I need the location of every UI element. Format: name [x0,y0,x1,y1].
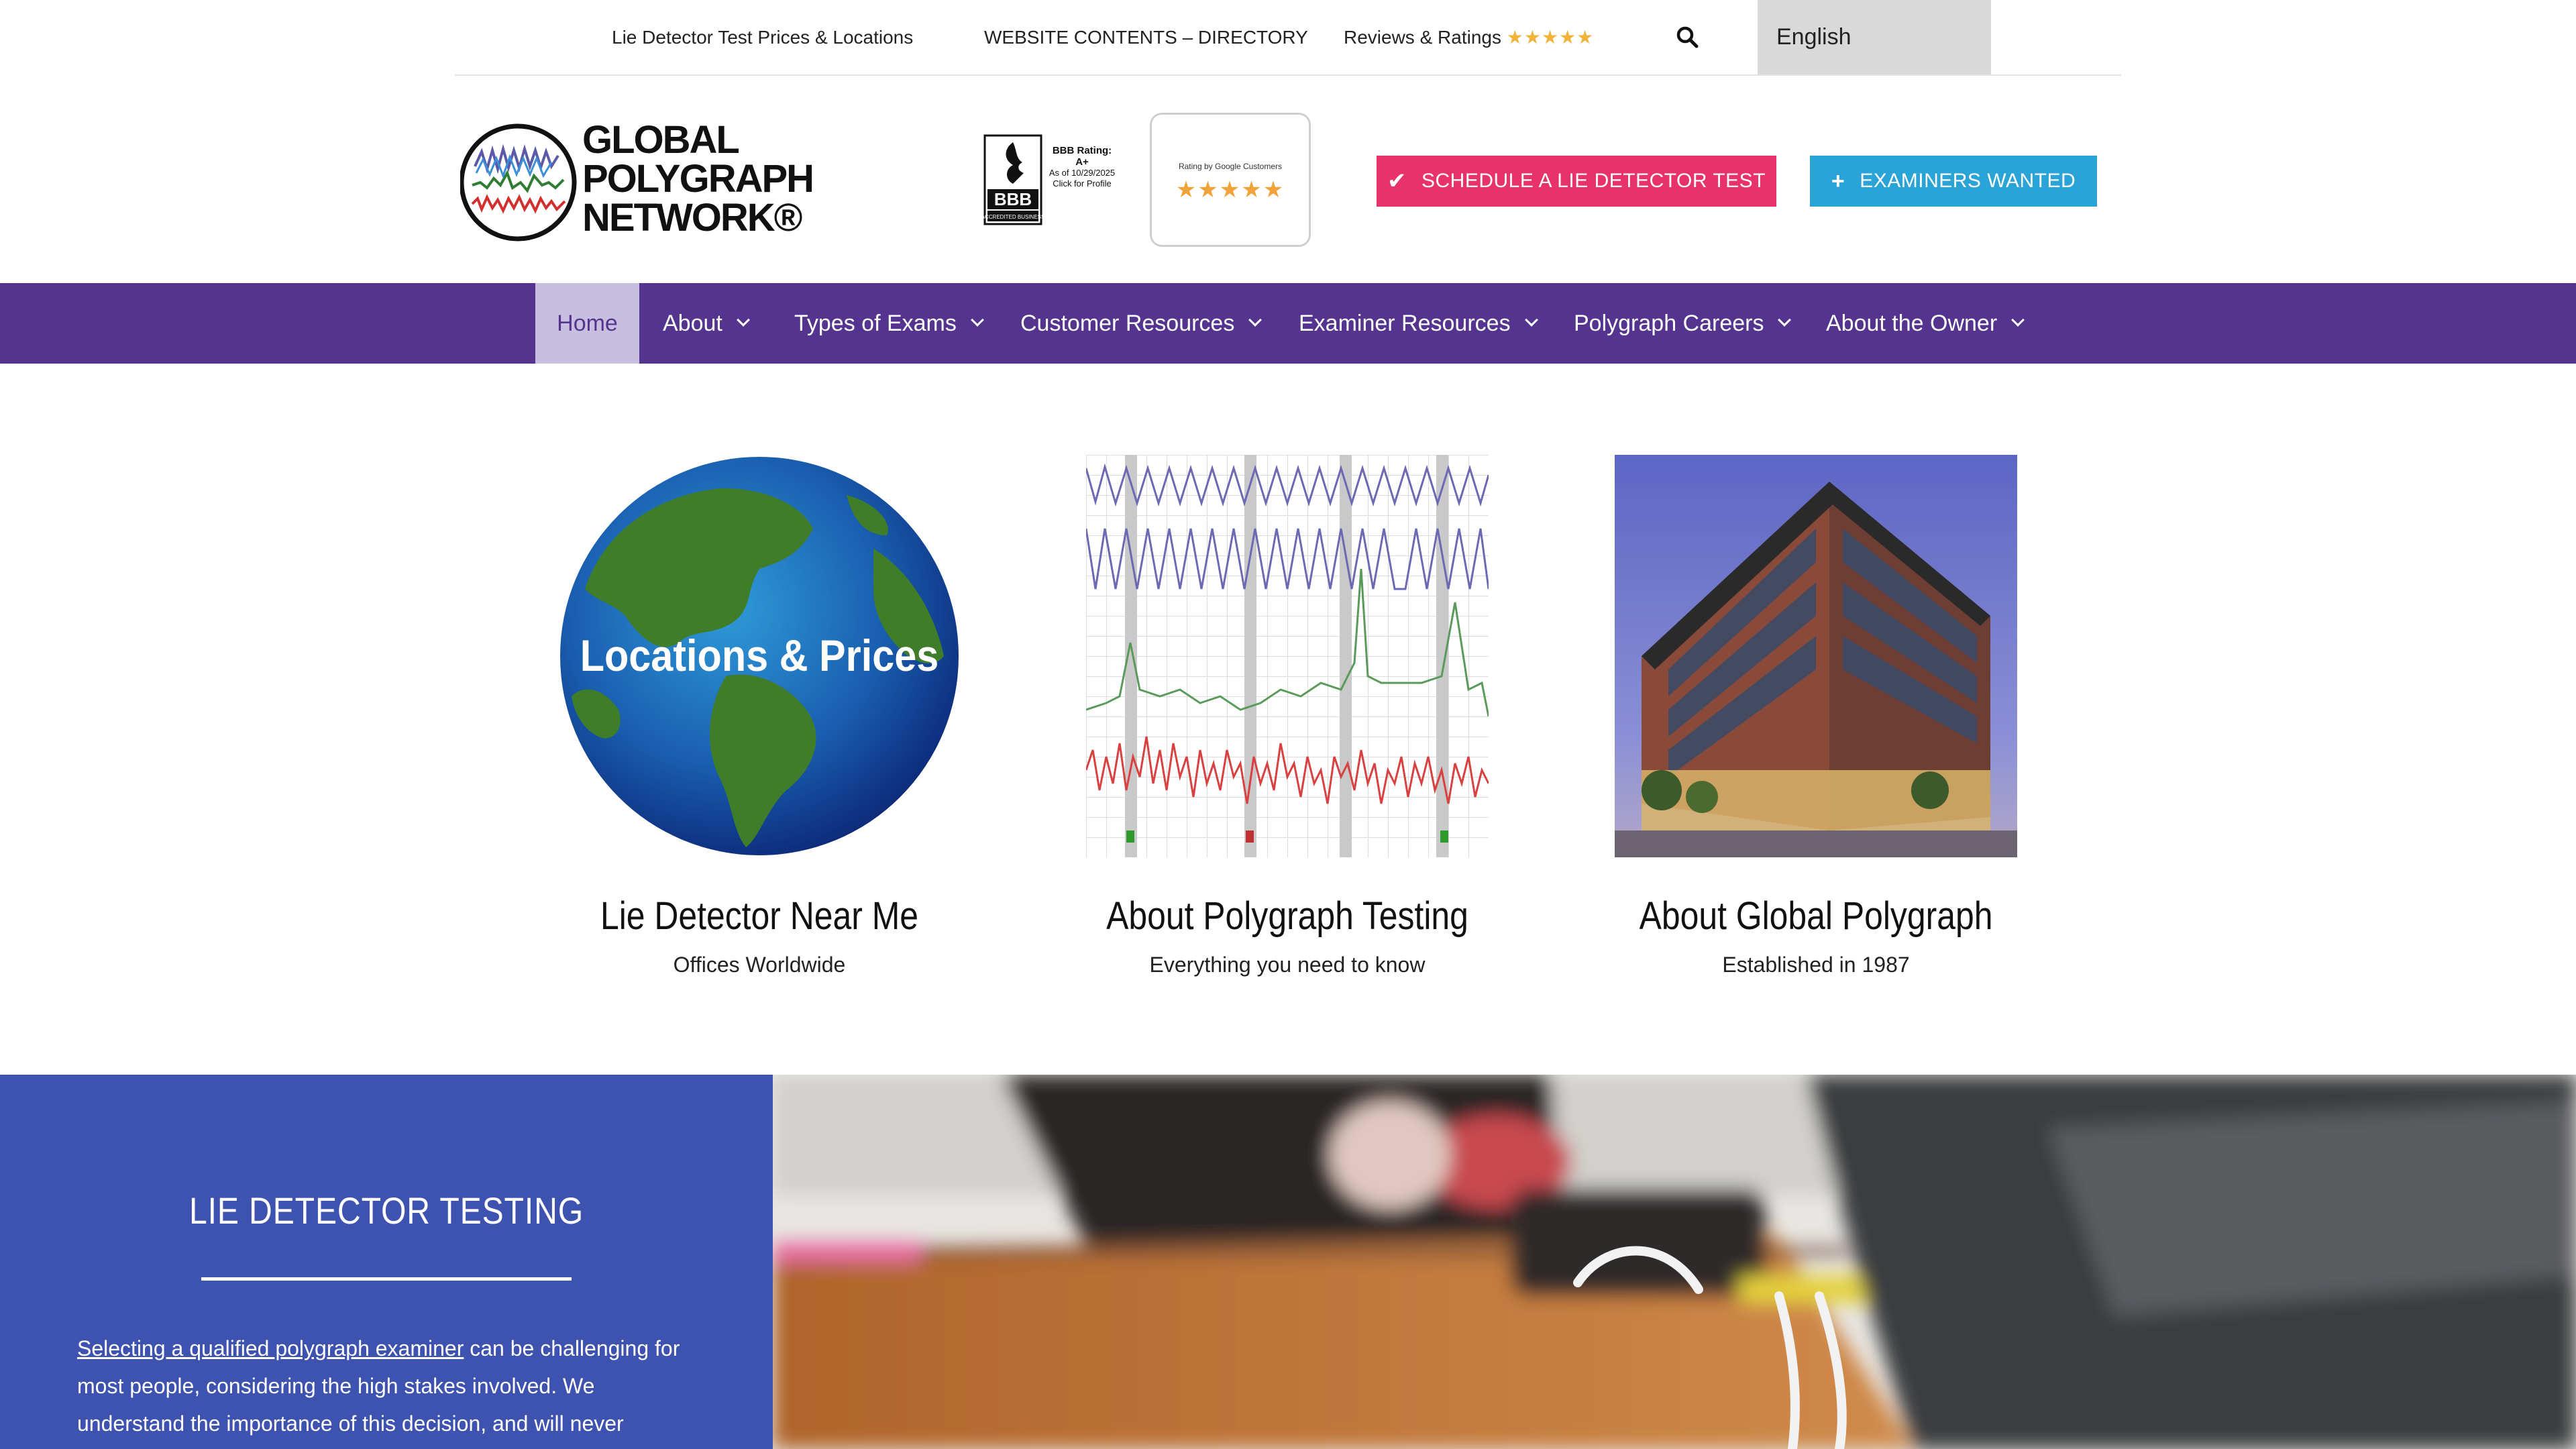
nav-item-types-of-exams[interactable]: Types of Exams [794,283,984,364]
section-paragraph: Selecting a qualified polygraph examiner… [77,1336,680,1436]
site-logo[interactable]: GLOBAL POLYGRAPH NETWORK® [459,118,814,246]
locations-overlay-text: Locations & Prices [580,631,939,681]
nav-item-home[interactable]: Home [535,283,639,364]
card-title-about-global-polygraph[interactable]: About Global Polygraph [1614,894,2018,938]
plus-icon: + [1831,168,1845,194]
nav-item-examiner-resources[interactable]: Examiner Resources [1299,283,1538,364]
card-title-lie-detector-near-me[interactable]: Lie Detector Near Me [557,894,961,938]
section-divider [201,1277,572,1281]
chevron-down-icon [1524,313,1538,327]
nav-item-about[interactable]: About [663,283,750,364]
chevron-down-icon [970,313,984,327]
bbb-badge[interactable]: BBB ACCREDITED BUSINESS BBB Rating: A+ A… [981,134,1120,228]
chevron-down-icon [2011,313,2025,327]
google-rating-label: Rating by Google Customers [1178,162,1283,171]
language-selector[interactable]: English [1758,0,1991,75]
nav-item-about-the-owner[interactable]: About the Owner [1826,283,2025,364]
reviews-label: Reviews & Ratings [1344,27,1501,48]
polygraph-exam-photo [773,1075,2576,1449]
svg-text:BBB: BBB [994,189,1032,209]
nav-item-polygraph-careers[interactable]: Polygraph Careers [1574,283,1792,364]
search-icon[interactable] [1674,24,1701,51]
chevron-down-icon [1778,313,1792,327]
schedule-test-button[interactable]: ✔ SCHEDULE A LIE DETECTOR TEST [1377,156,1776,207]
examiners-button-label: EXAMINERS WANTED [1860,170,2076,192]
schedule-button-label: SCHEDULE A LIE DETECTOR TEST [1421,170,1766,192]
top-utility-bar: Lie Detector Test Prices & Locations WEB… [0,0,2576,76]
card-title-about-polygraph-testing[interactable]: About Polygraph Testing [1085,894,1489,938]
card-subtitle-everything: Everything you need to know [1149,953,1426,977]
topbar-divider [455,74,2121,76]
polygraph-chart-image[interactable] [1085,455,1490,857]
card-subtitle-offices: Offices Worldwide [673,953,846,977]
section-title: LIE DETECTOR TESTING [189,1189,584,1232]
checkmark-icon: ✔ [1387,168,1407,194]
bbb-rating-text: BBB Rating: A+ As of 10/29/2025 Click fo… [1049,145,1116,189]
selecting-examiner-link[interactable]: Selecting a qualified polygraph examiner [77,1336,464,1360]
lie-detector-testing-section: LIE DETECTOR TESTING Selecting a qualifi… [0,1075,773,1449]
examiners-wanted-button[interactable]: + EXAMINERS WANTED [1810,156,2097,207]
google-rating-stars: ★★★★★ [1175,177,1285,203]
toplink-reviews-ratings[interactable]: Reviews & Ratings ★★★★★ [1344,25,1594,50]
logo-polygraph-emblem [459,123,577,241]
reviews-stars: ★★★★★ [1506,27,1595,48]
svg-text:ACCREDITED BUSINESS: ACCREDITED BUSINESS [983,214,1042,220]
locations-globe-image[interactable]: Locations & Prices [558,455,961,857]
toplink-prices-locations[interactable]: Lie Detector Test Prices & Locations [612,25,913,50]
main-navigation: Home About Types of Exams Customer Resou… [0,283,2576,364]
logo-wordmark: GLOBAL POLYGRAPH NETWORK® [582,118,814,239]
toplink-website-contents[interactable]: WEBSITE CONTENTS – DIRECTORY [984,25,1308,50]
language-label: English [1776,24,1851,50]
card-subtitle-established: Established in 1987 [1722,953,1910,977]
chevron-down-icon [736,313,750,327]
google-rating-badge[interactable]: Rating by Google Customers ★★★★★ [1150,113,1311,247]
nav-item-customer-resources[interactable]: Customer Resources [1020,283,1263,364]
bbb-logo-icon: BBB ACCREDITED BUSINESS [981,134,1044,225]
office-building-image[interactable] [1615,455,2017,857]
chevron-down-icon [1248,313,1263,327]
